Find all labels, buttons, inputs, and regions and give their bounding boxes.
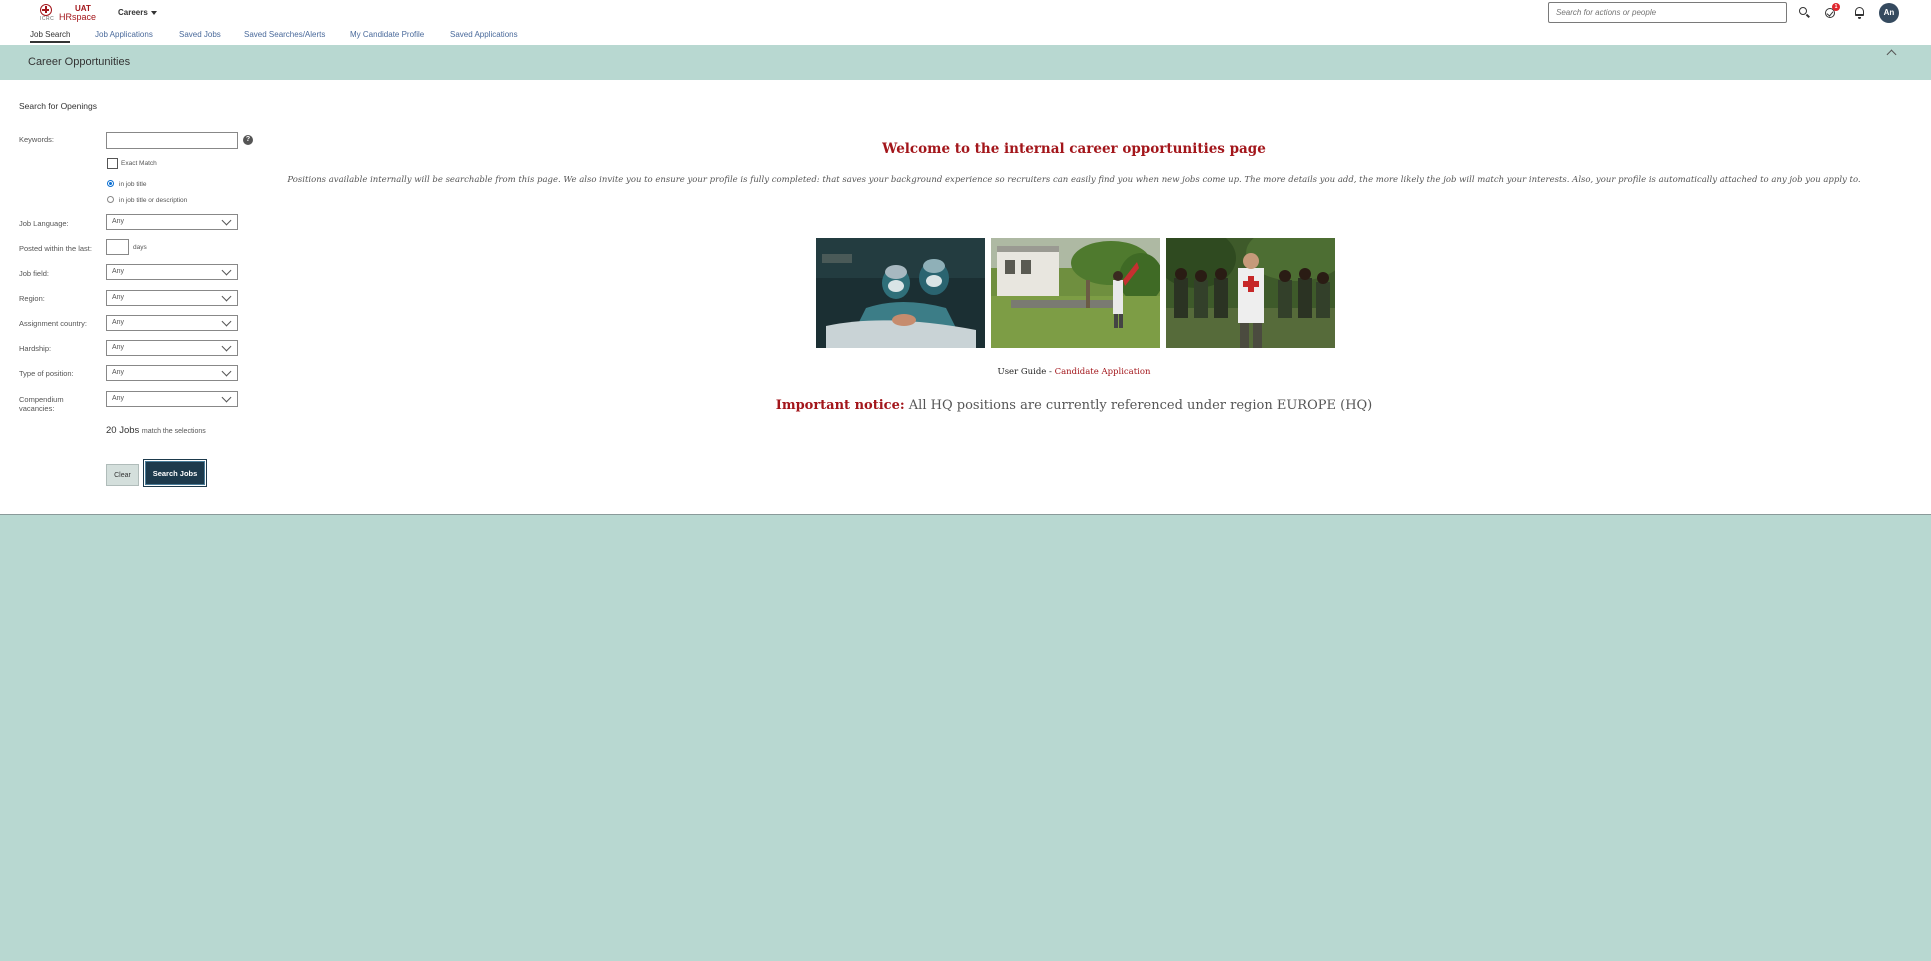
job-field-value: Any xyxy=(112,268,125,275)
assignment-country-select[interactable]: Any xyxy=(106,315,238,331)
job-language-label: Job Language: xyxy=(19,219,69,228)
position-type-select[interactable]: Any xyxy=(106,365,238,381)
radio-in-title-or-description[interactable] xyxy=(107,196,114,203)
shell-bar: ICRC UAT HRspace Careers 1 An xyxy=(0,0,1931,26)
red-cross-emblem-icon xyxy=(40,4,52,16)
job-language-select[interactable]: Any xyxy=(106,214,238,230)
search-icon[interactable] xyxy=(1798,6,1811,19)
hardship-select[interactable]: Any xyxy=(106,340,238,356)
bell-icon[interactable] xyxy=(1853,6,1866,19)
tab-candidate-profile[interactable]: My Candidate Profile xyxy=(350,30,424,39)
tab-bar: Job Search Job Applications Saved Jobs S… xyxy=(0,26,1931,45)
chevron-down-icon xyxy=(221,265,232,276)
notice-heading: Important notice: xyxy=(775,398,905,413)
logo-brand: HRspace xyxy=(59,12,97,22)
chevron-down-icon xyxy=(221,316,232,327)
page-title: Career Opportunities xyxy=(28,56,131,68)
job-field-label: Job field: xyxy=(19,269,50,278)
days-label: days xyxy=(133,244,147,251)
region-label: Region: xyxy=(19,294,45,303)
tab-saved-applications[interactable]: Saved Applications xyxy=(450,30,518,39)
region-select[interactable]: Any xyxy=(106,290,238,306)
tab-job-search[interactable]: Job Search xyxy=(30,30,71,43)
welcome-title: Welcome to the internal career opportuni… xyxy=(882,141,1266,157)
exact-match-checkbox[interactable] xyxy=(107,158,118,169)
caret-down-icon xyxy=(150,10,157,15)
chevron-down-icon xyxy=(221,392,232,403)
job-count-suffix: match the selections xyxy=(141,428,206,435)
exact-match-label: Exact Match xyxy=(121,160,157,167)
region-value: Any xyxy=(112,294,125,301)
tab-job-applications[interactable]: Job Applications xyxy=(95,30,153,39)
chevron-down-icon xyxy=(221,291,232,302)
tab-saved-searches[interactable]: Saved Searches/Alerts xyxy=(244,30,325,39)
radio-in-job-title-label: in job title xyxy=(119,181,147,188)
chevron-up-icon[interactable] xyxy=(1886,49,1897,60)
photo-surgery xyxy=(816,238,985,348)
hardship-value: Any xyxy=(112,344,125,351)
tab-saved-jobs[interactable]: Saved Jobs xyxy=(179,30,221,39)
page-header: Career Opportunities xyxy=(0,45,1931,80)
compendium-label: Compendium vacancies: xyxy=(19,395,64,413)
posted-within-label: Posted within the last: xyxy=(19,244,92,253)
user-guide-prefix: User Guide - xyxy=(997,367,1055,377)
job-field-select[interactable]: Any xyxy=(106,264,238,280)
global-search-input[interactable] xyxy=(1548,2,1787,23)
radio-in-job-title[interactable] xyxy=(107,180,114,187)
radio-in-title-or-description-label: in job title or description xyxy=(119,197,188,204)
product-menu-label: Careers xyxy=(118,8,148,17)
job-count-value: 20 Jobs xyxy=(106,425,140,436)
welcome-body: Positions available internally will be s… xyxy=(287,175,1861,185)
position-type-label: Type of position: xyxy=(19,369,74,378)
help-icon[interactable]: ? xyxy=(243,135,253,145)
job-language-value: Any xyxy=(112,218,125,225)
compendium-select[interactable]: Any xyxy=(106,391,238,407)
photo-water-pump xyxy=(991,238,1160,348)
notification-badge: 1 xyxy=(1832,3,1840,11)
search-jobs-button[interactable]: Search Jobs xyxy=(143,459,207,487)
product-menu-button[interactable]: Careers xyxy=(118,8,157,17)
user-guide: User Guide - Candidate Application xyxy=(774,367,1374,377)
photo-field-briefing xyxy=(1166,238,1335,348)
important-notice: Important notice: All HQ positions are c… xyxy=(474,398,1674,413)
company-logo[interactable]: ICRC UAT HRspace xyxy=(38,4,97,22)
content-panel: Search for Openings Keywords: ? Exact Ma… xyxy=(0,80,1931,515)
posted-days-input[interactable] xyxy=(106,239,129,255)
assignment-country-value: Any xyxy=(112,319,125,326)
approvals-icon[interactable]: 1 xyxy=(1824,3,1840,19)
chevron-down-icon xyxy=(221,215,232,226)
candidate-application-link[interactable]: Candidate Application xyxy=(1055,367,1151,377)
job-count: 20 Jobs match the selections xyxy=(106,425,206,436)
assignment-country-label: Assignment country: xyxy=(19,319,87,328)
logo-org: ICRC xyxy=(40,16,55,22)
clear-button[interactable]: Clear xyxy=(106,464,139,486)
avatar[interactable]: An xyxy=(1879,3,1899,23)
position-type-value: Any xyxy=(112,369,125,376)
search-section-title: Search for Openings xyxy=(19,101,97,111)
keywords-input[interactable] xyxy=(106,132,238,149)
keywords-label: Keywords: xyxy=(19,135,55,144)
chevron-down-icon xyxy=(221,366,232,377)
chevron-down-icon xyxy=(221,341,232,352)
notice-text: All HQ positions are currently reference… xyxy=(904,398,1373,413)
compendium-value: Any xyxy=(112,395,125,402)
hardship-label: Hardship: xyxy=(19,344,52,353)
